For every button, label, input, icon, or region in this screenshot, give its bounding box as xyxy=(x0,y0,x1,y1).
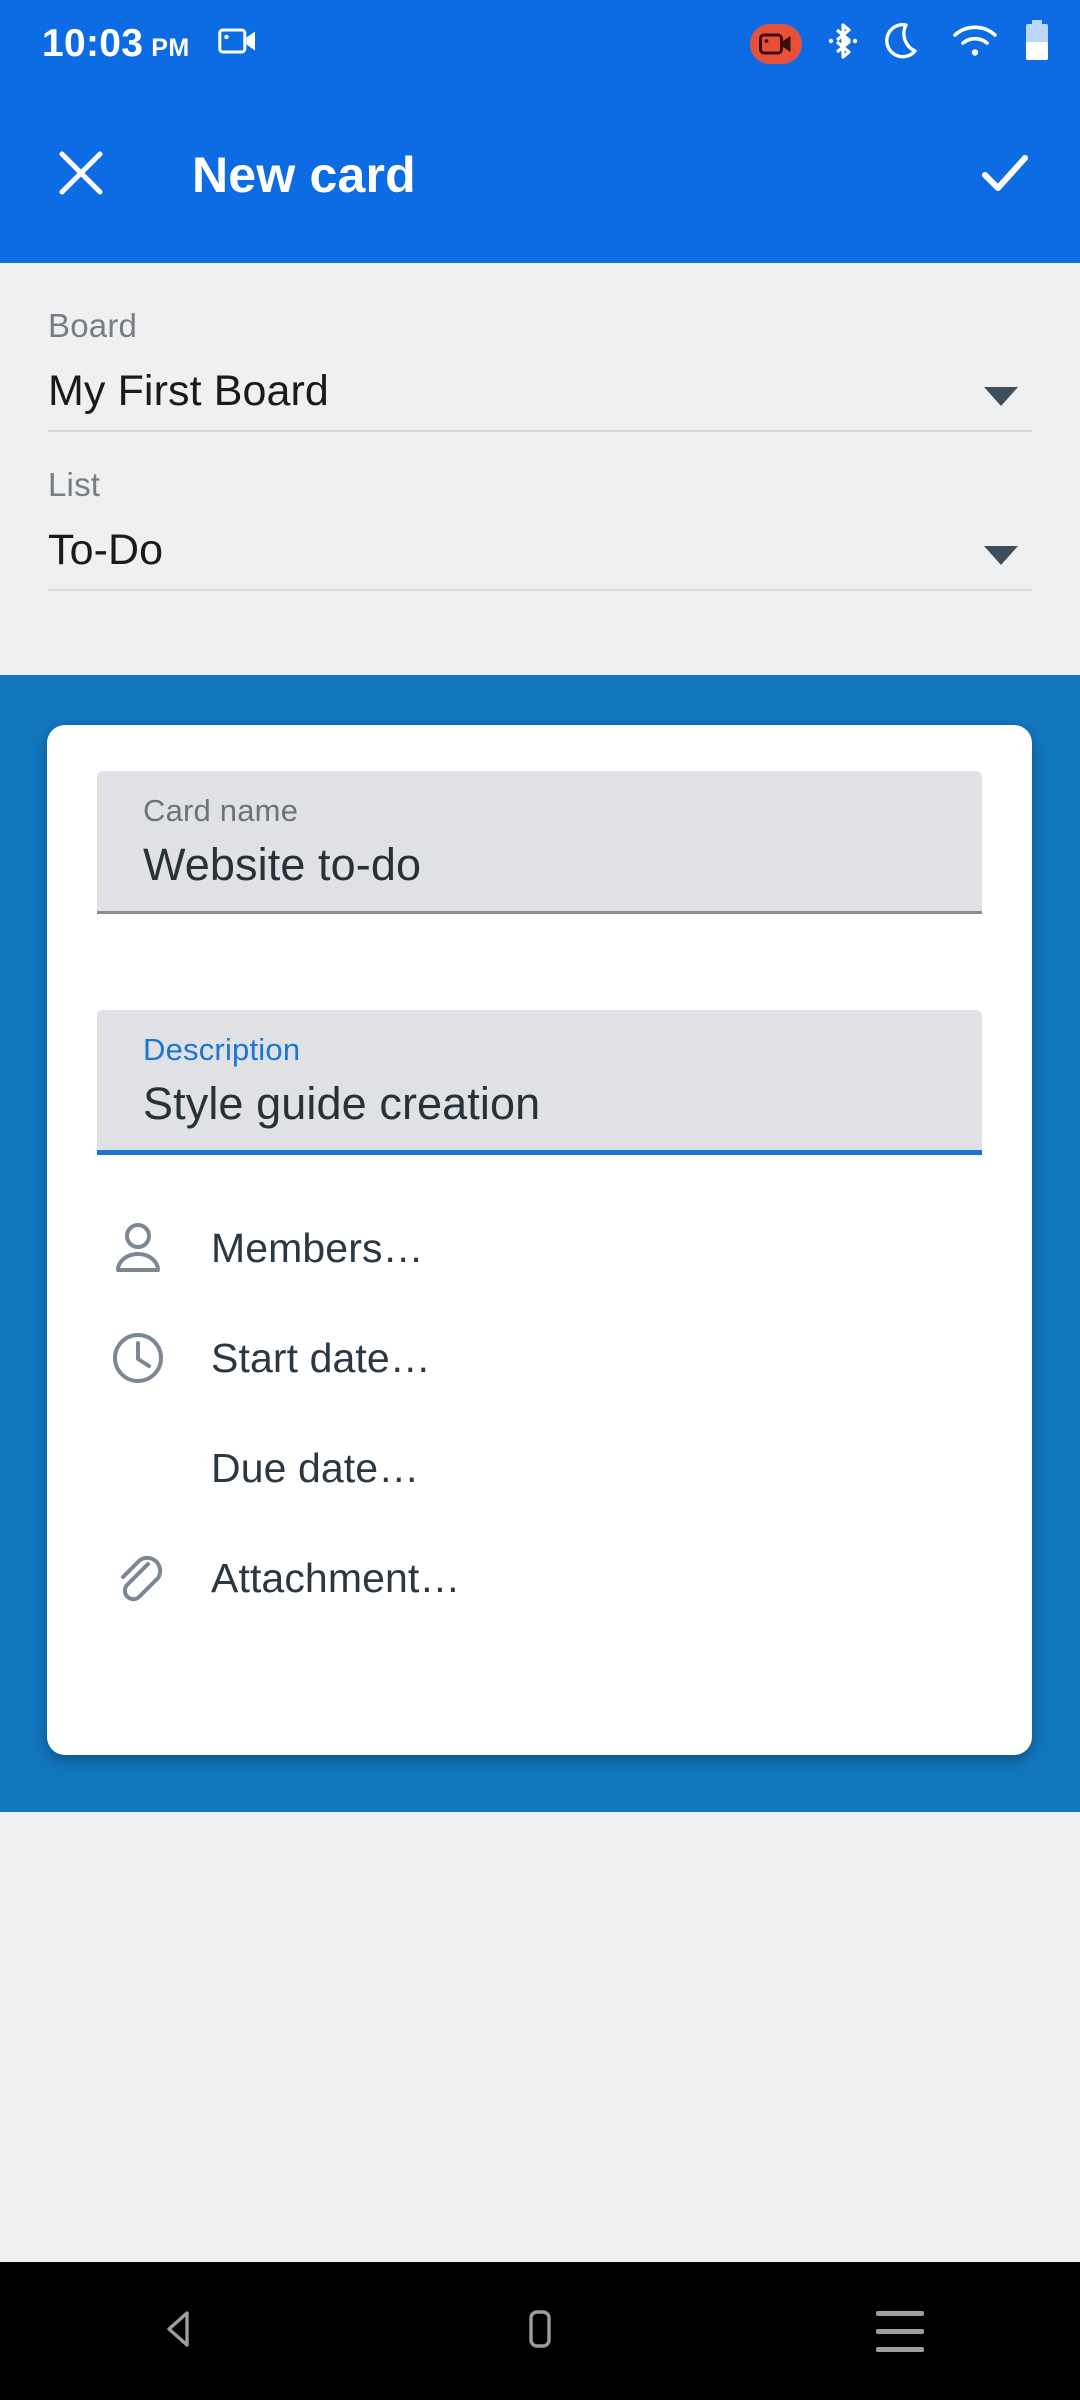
clock-ampm: PM xyxy=(151,33,190,62)
back-triangle-icon xyxy=(156,2305,204,2358)
close-icon xyxy=(52,144,110,207)
attribute-label-start-date: Start date… xyxy=(211,1334,431,1381)
board-value: My First Board xyxy=(48,367,329,415)
chevron-down-icon xyxy=(984,546,1018,565)
bluetooth-icon xyxy=(828,19,858,68)
android-nav-bar xyxy=(0,2262,1080,2400)
nav-back-button[interactable] xyxy=(80,2262,280,2400)
wifi-icon xyxy=(952,23,998,64)
status-right-icons xyxy=(750,19,1050,68)
field-spacer xyxy=(97,914,982,1010)
page-title: New card xyxy=(192,147,416,203)
description-field-box[interactable]: Description Style guide creation xyxy=(97,1010,982,1150)
phone-screen: 10:03 PM New card Board My First Board L… xyxy=(0,0,1080,2400)
status-left-icons xyxy=(218,26,258,61)
recording-badge-icon xyxy=(750,23,802,64)
clock-icon xyxy=(103,1331,173,1385)
board-dropdown[interactable]: My First Board xyxy=(48,357,1032,432)
selectors-section: Board My First Board List To-Do xyxy=(0,263,1080,675)
check-icon xyxy=(974,142,1036,209)
list-label: List xyxy=(48,466,101,503)
screen-record-icon xyxy=(218,26,258,61)
attribute-row-start-date[interactable]: Start date… xyxy=(103,1303,982,1413)
attribute-label-due-date: Due date… xyxy=(211,1444,420,1491)
attribute-row-members[interactable]: Members… xyxy=(103,1193,982,1303)
attribute-label-attachment: Attachment… xyxy=(211,1554,461,1601)
chevron-down-icon xyxy=(984,387,1018,406)
card-name-value: Website to-do xyxy=(143,839,422,890)
card-editor-panel: Card name Website to-do Description Styl… xyxy=(47,725,1032,1755)
do-not-disturb-moon-icon xyxy=(884,19,926,68)
list-value: To-Do xyxy=(48,526,164,574)
card-attributes-list: Members… Start date… Due date… Attachmen… xyxy=(97,1193,982,1633)
list-dropdown[interactable]: To-Do xyxy=(48,516,1032,591)
description-underline xyxy=(97,1150,982,1155)
card-name-field-box[interactable]: Card name Website to-do xyxy=(97,771,982,911)
description-field[interactable]: Description Style guide creation xyxy=(97,1010,982,1155)
description-label: Description xyxy=(143,1032,301,1067)
nav-recents-button[interactable] xyxy=(800,2262,1000,2400)
app-bar: New card xyxy=(0,87,1080,263)
home-rect-icon xyxy=(520,2305,560,2358)
attribute-label-members: Members… xyxy=(211,1224,424,1271)
clock-time: 10:03 xyxy=(42,21,144,65)
status-bar: 10:03 PM xyxy=(0,0,1080,87)
confirm-button[interactable] xyxy=(974,142,1036,209)
description-value: Style guide creation xyxy=(143,1078,541,1129)
card-name-field[interactable]: Card name Website to-do xyxy=(97,771,982,914)
recents-lines-icon xyxy=(876,2310,924,2352)
paperclip-icon xyxy=(103,1550,173,1606)
card-name-label: Card name xyxy=(143,793,299,828)
person-icon xyxy=(103,1220,173,1276)
battery-icon xyxy=(1024,20,1050,67)
attribute-row-due-date[interactable]: Due date… xyxy=(103,1413,982,1523)
close-button[interactable] xyxy=(52,144,110,207)
card-editor-content: Card name Website to-do Description Styl… xyxy=(47,725,1032,1633)
board-selector-group: Board My First Board xyxy=(48,307,1032,432)
attribute-row-attachment[interactable]: Attachment… xyxy=(103,1523,982,1633)
list-selector-group: List To-Do xyxy=(48,466,1032,591)
page-filler xyxy=(0,1812,1080,2262)
status-clock: 10:03 PM xyxy=(42,22,190,66)
board-label: Board xyxy=(48,307,138,344)
nav-home-button[interactable] xyxy=(440,2262,640,2400)
